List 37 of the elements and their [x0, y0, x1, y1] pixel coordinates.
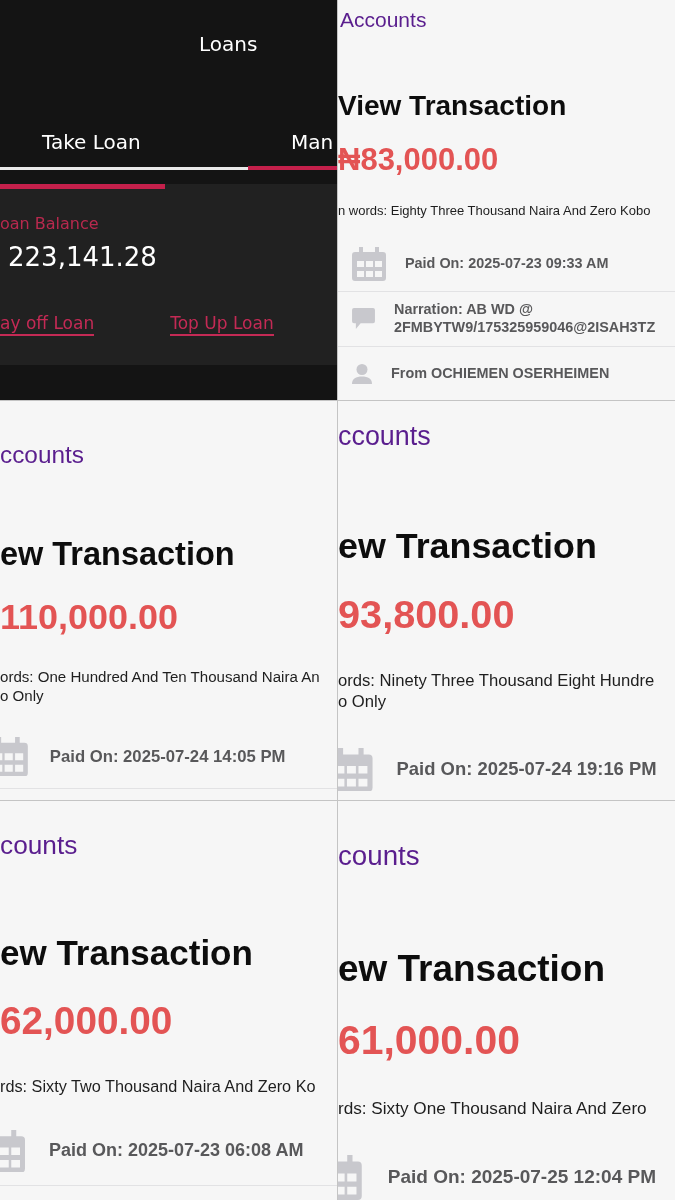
calendar-icon — [0, 736, 28, 777]
amount-in-words: n words: Eighty Three Thousand Naira And Zero Kobo — [338, 203, 651, 220]
calendar-icon — [338, 747, 373, 792]
amount-text: ₦83,000.00 — [338, 140, 499, 179]
screen-title: Loans — [199, 32, 258, 56]
detail-text: Paid On: 2025-07-23 09:33 AM — [405, 255, 609, 273]
detail-text: From OCHIEMEN OSERHEIMEN — [391, 365, 610, 383]
page-title: ew Transaction — [0, 932, 253, 975]
back-link[interactable]: counts — [338, 839, 420, 873]
chat-bubble-icon — [352, 308, 375, 330]
calendar-icon — [352, 246, 386, 281]
calendar-icon — [0, 1129, 25, 1173]
amount-in-words: ords: Ninety Three Thousand Eight Hundre o Only — [338, 671, 655, 714]
balance-amount: 223,141.28 — [7, 241, 157, 273]
amount-text: 62,000.00 — [0, 997, 173, 1044]
tab[interactable]: Take Loan — [0, 88, 248, 170]
back-link[interactable]: ccounts — [0, 440, 84, 470]
amount-in-words: ords: One Hundred And Ten Thousand Naira An o Only — [0, 667, 320, 706]
person-icon — [352, 363, 372, 384]
amount-text: 61,000.00 — [338, 1015, 520, 1065]
page-title: ew Transaction — [338, 946, 605, 991]
detail-text: Paid On: 2025-07-23 06:08 AM — [49, 1140, 304, 1162]
page-title: ew Transaction — [0, 534, 235, 574]
detail-text: Narration: AB WD @ 2FMBYTW9/175325959046@2ISAH3TZ — [394, 301, 657, 336]
back-link[interactable]: counts — [0, 830, 78, 862]
detail-text: Paid On: 2025-07-25 12:04 PM — [387, 1166, 656, 1190]
amount-in-words: rds: Sixty One Thousand Naira And Zero — [338, 1098, 647, 1120]
page-title: View Transaction — [338, 88, 567, 123]
balance-label: oan Balance — [0, 214, 99, 234]
amount-text: 110,000.00 — [0, 595, 178, 639]
back-link[interactable]: ccounts — [338, 420, 431, 453]
detail-text: Paid On: 2025-07-24 14:05 PM — [49, 746, 286, 767]
detail-text: Paid On: 2025-07-24 19:16 PM — [396, 758, 657, 781]
amount-text: 93,800.00 — [338, 591, 515, 639]
amount-in-words: rds: Sixty Two Thousand Naira And Zero Ko — [0, 1075, 316, 1096]
back-link[interactable]: Accounts — [338, 7, 427, 33]
page-title: ew Transaction — [338, 524, 597, 568]
